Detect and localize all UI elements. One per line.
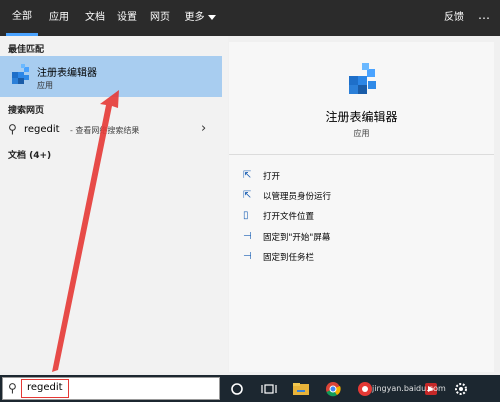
divider (229, 154, 494, 155)
best-match-subtitle: 应用 (37, 81, 53, 90)
best-match-result[interactable]: 注册表编辑器 应用 (0, 56, 222, 97)
ellipsis-icon[interactable]: ⋯ (474, 0, 494, 36)
chrome-icon[interactable] (322, 378, 344, 400)
documents-heading[interactable]: 文档 (4+) (8, 148, 51, 161)
file-explorer-icon[interactable] (290, 378, 312, 400)
web-search-suffix: - 查看网络搜索结果 (70, 126, 140, 135)
pin-start-icon: ⊣ (243, 231, 252, 242)
tab-all[interactable]: 全部 (6, 0, 38, 36)
action-label: 固定到"开始"屏幕 (263, 233, 331, 243)
search-scope-tabs: 全部 应用 文档 设置 网页 更多 反馈 ⋯ (0, 0, 500, 36)
registry-editor-large-icon (349, 63, 376, 94)
tab-more-label: 更多 (184, 12, 205, 23)
taskbar-search-box[interactable]: ⚲ regedit (2, 377, 220, 400)
search-icon: ⚲ (8, 122, 17, 136)
task-view-icon[interactable] (258, 378, 280, 400)
tab-more[interactable]: 更多 (180, 0, 220, 36)
preview-title: 注册表编辑器 (325, 110, 398, 124)
web-search-query: regedit (24, 124, 60, 135)
results-panel: 最佳匹配 注册表编辑器 应用 搜索网页 ⚲ regedit - 查看网络搜索结果… (0, 36, 228, 372)
preview-panel: 注册表编辑器 应用 ⇱ 打开 ⇱ 以管理员身份运行 ▯ 打开文件位置 ⊣ 固定到… (229, 42, 494, 372)
search-icon: ⚲ (8, 381, 17, 395)
action-label: 打开文件位置 (263, 212, 315, 222)
web-search-heading: 搜索网页 (8, 106, 45, 116)
watermark-text: jingyan.baidu.com (372, 384, 446, 393)
chevron-right-icon[interactable]: › (201, 121, 206, 136)
action-label: 固定到任务栏 (263, 253, 315, 263)
tab-web[interactable]: 网页 (145, 0, 175, 36)
open-icon: ⇱ (243, 170, 252, 181)
tab-apps[interactable]: 应用 (44, 0, 74, 36)
best-match-title: 注册表编辑器 (37, 68, 97, 79)
tab-settings[interactable]: 设置 (112, 0, 142, 36)
best-match-heading: 最佳匹配 (8, 45, 45, 55)
pin-taskbar-icon: ⊣ (243, 251, 252, 262)
tab-documents[interactable]: 文档 (80, 0, 110, 36)
settings-icon[interactable] (450, 378, 472, 400)
chevron-down-icon (207, 14, 216, 20)
cortana-icon[interactable] (226, 378, 248, 400)
registry-editor-icon (12, 64, 29, 84)
action-label: 以管理员身份运行 (263, 192, 332, 202)
action-label: 打开 (263, 172, 281, 182)
annotation-highlight-box (21, 379, 69, 398)
web-search-result[interactable]: ⚲ regedit - 查看网络搜索结果 › (0, 119, 222, 141)
feedback-button[interactable]: 反馈 (438, 0, 470, 36)
preview-subtitle: 应用 (353, 129, 370, 138)
file-location-icon: ▯ (243, 210, 249, 221)
run-as-admin-icon: ⇱ (243, 190, 252, 201)
